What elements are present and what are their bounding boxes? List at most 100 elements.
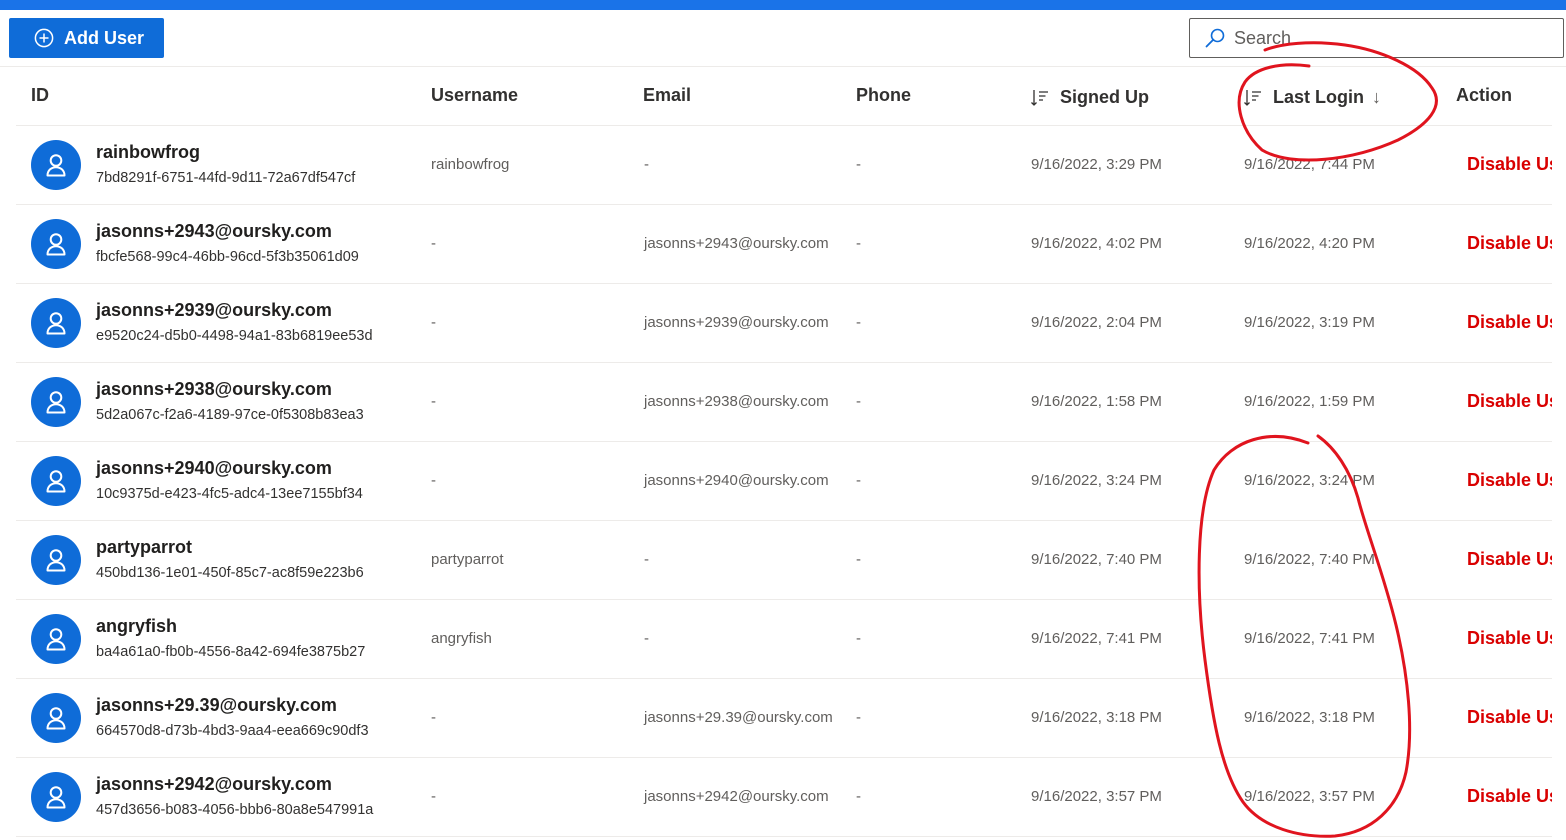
user-display-name[interactable]: rainbowfrog bbox=[96, 142, 200, 163]
signed-up-cell: 9/16/2022, 3:18 PM bbox=[1031, 709, 1162, 726]
disable-user-button[interactable]: Disable User bbox=[1467, 154, 1552, 175]
email-cell: jasonns+2942@oursky.com bbox=[644, 788, 829, 805]
table-row[interactable]: jasonns+2938@oursky.com 5d2a067c-f2a6-418… bbox=[16, 363, 1552, 442]
top-accent-bar bbox=[0, 0, 1566, 10]
user-id: 7bd8291f-6751-44fd-9d11-72a67df547cf bbox=[96, 170, 356, 186]
search-box[interactable] bbox=[1189, 18, 1564, 58]
username-cell: - bbox=[431, 788, 436, 805]
disable-user-button[interactable]: Disable User bbox=[1467, 549, 1552, 570]
person-icon bbox=[45, 469, 67, 493]
avatar bbox=[31, 772, 81, 822]
table-row[interactable]: jasonns+2942@oursky.com 457d3656-b083-405… bbox=[16, 758, 1552, 837]
last-login-cell: 9/16/2022, 1:59 PM bbox=[1244, 393, 1375, 410]
email-cell: jasonns+2938@oursky.com bbox=[644, 393, 829, 410]
email-cell: - bbox=[644, 551, 649, 568]
user-id: 664570d8-d73b-4bd3-9aa4-eea669c90df3 bbox=[96, 723, 369, 739]
person-icon bbox=[45, 706, 67, 730]
table-row[interactable]: jasonns+2940@oursky.com 10c9375d-e423-4fc… bbox=[16, 442, 1552, 521]
last-login-cell: 9/16/2022, 7:40 PM bbox=[1244, 551, 1375, 568]
column-header-action: Action bbox=[1456, 85, 1512, 105]
sort-icon bbox=[1030, 88, 1050, 108]
disable-user-button[interactable]: Disable User bbox=[1467, 470, 1552, 491]
person-icon bbox=[45, 390, 67, 414]
last-login-cell: 9/16/2022, 4:20 PM bbox=[1244, 235, 1375, 252]
table-row[interactable]: jasonns+2939@oursky.com e9520c24-d5b0-449… bbox=[16, 284, 1552, 363]
avatar bbox=[31, 535, 81, 585]
username-cell: - bbox=[431, 472, 436, 489]
toolbar: Add User bbox=[0, 10, 1566, 67]
last-login-cell: 9/16/2022, 7:44 PM bbox=[1244, 156, 1375, 173]
search-icon bbox=[1204, 27, 1226, 49]
disable-user-button[interactable]: Disable User bbox=[1467, 233, 1552, 254]
column-header-phone[interactable]: Phone bbox=[856, 66, 911, 125]
user-id: ba4a61a0-fb0b-4556-8a42-694fe3875b27 bbox=[96, 644, 366, 660]
disable-user-button[interactable]: Disable User bbox=[1467, 628, 1552, 649]
phone-cell: - bbox=[856, 393, 861, 410]
plus-circle-icon bbox=[34, 28, 54, 48]
avatar bbox=[31, 140, 81, 190]
table-body: rainbowfrog 7bd8291f-6751-44fd-9d11-72a67… bbox=[16, 126, 1552, 837]
add-user-button[interactable]: Add User bbox=[9, 18, 164, 58]
sort-descending-arrow-icon: ↓ bbox=[1372, 87, 1381, 107]
search-input[interactable] bbox=[1234, 27, 1534, 49]
phone-cell: - bbox=[856, 551, 861, 568]
email-cell: - bbox=[644, 630, 649, 647]
add-user-label: Add User bbox=[64, 27, 145, 48]
sort-icon bbox=[1243, 88, 1263, 108]
user-id: fbcfe568-99c4-46bb-96cd-5f3b35061d09 bbox=[96, 249, 359, 265]
table-row[interactable]: angryfish ba4a61a0-fb0b-4556-8a42-694fe38… bbox=[16, 600, 1552, 679]
email-cell: jasonns+29.39@oursky.com bbox=[644, 709, 833, 726]
person-icon bbox=[45, 311, 67, 335]
table-row[interactable]: partyparrot 450bd136-1e01-450f-85c7-ac8f5… bbox=[16, 521, 1552, 600]
phone-cell: - bbox=[856, 314, 861, 331]
user-display-name[interactable]: jasonns+2942@oursky.com bbox=[96, 774, 332, 795]
column-header-id[interactable]: ID bbox=[31, 66, 49, 125]
user-display-name[interactable]: jasonns+2938@oursky.com bbox=[96, 379, 332, 400]
avatar bbox=[31, 456, 81, 506]
user-display-name[interactable]: jasonns+2940@oursky.com bbox=[96, 458, 332, 479]
column-header-signed-up[interactable]: Signed Up bbox=[1030, 68, 1149, 127]
signed-up-cell: 9/16/2022, 7:41 PM bbox=[1031, 630, 1162, 647]
username-cell: - bbox=[431, 235, 436, 252]
user-display-name[interactable]: partyparrot bbox=[96, 537, 192, 558]
last-login-cell: 9/16/2022, 3:19 PM bbox=[1244, 314, 1375, 331]
signed-up-cell: 9/16/2022, 7:40 PM bbox=[1031, 551, 1162, 568]
table-row[interactable]: jasonns+29.39@oursky.com 664570d8-d73b-4b… bbox=[16, 679, 1552, 758]
phone-cell: - bbox=[856, 156, 861, 173]
user-display-name[interactable]: jasonns+2939@oursky.com bbox=[96, 300, 332, 321]
username-cell: partyparrot bbox=[431, 551, 504, 568]
username-cell: angryfish bbox=[431, 630, 492, 647]
signed-up-cell: 9/16/2022, 2:04 PM bbox=[1031, 314, 1162, 331]
signed-up-cell: 9/16/2022, 3:57 PM bbox=[1031, 788, 1162, 805]
disable-user-button[interactable]: Disable User bbox=[1467, 312, 1552, 333]
table-header: ID Username Email Phone Signed Up Last L… bbox=[16, 66, 1552, 126]
avatar bbox=[31, 614, 81, 664]
user-id: 450bd136-1e01-450f-85c7-ac8f59e223b6 bbox=[96, 565, 364, 581]
column-header-email[interactable]: Email bbox=[643, 66, 691, 125]
last-login-cell: 9/16/2022, 3:18 PM bbox=[1244, 709, 1375, 726]
last-login-cell: 9/16/2022, 3:57 PM bbox=[1244, 788, 1375, 805]
column-header-username[interactable]: Username bbox=[431, 66, 518, 125]
person-icon bbox=[45, 232, 67, 256]
user-display-name[interactable]: jasonns+29.39@oursky.com bbox=[96, 695, 337, 716]
user-display-name[interactable]: jasonns+2943@oursky.com bbox=[96, 221, 332, 242]
avatar bbox=[31, 298, 81, 348]
signed-up-cell: 9/16/2022, 4:02 PM bbox=[1031, 235, 1162, 252]
table-row[interactable]: jasonns+2943@oursky.com fbcfe568-99c4-46b… bbox=[16, 205, 1552, 284]
disable-user-button[interactable]: Disable User bbox=[1467, 786, 1552, 807]
person-icon bbox=[45, 785, 67, 809]
user-id: 5d2a067c-f2a6-4189-97ce-0f5308b83ea3 bbox=[96, 407, 364, 423]
user-id: e9520c24-d5b0-4498-94a1-83b6819ee53d bbox=[96, 328, 373, 344]
column-header-last-login[interactable]: Last Login ↓ bbox=[1243, 68, 1381, 127]
email-cell: - bbox=[644, 156, 649, 173]
user-id: 457d3656-b083-4056-bbb6-80a8e547991a bbox=[96, 802, 374, 818]
user-display-name[interactable]: angryfish bbox=[96, 616, 177, 637]
username-cell: - bbox=[431, 709, 436, 726]
username-cell: - bbox=[431, 393, 436, 410]
table-row[interactable]: rainbowfrog 7bd8291f-6751-44fd-9d11-72a67… bbox=[16, 126, 1552, 205]
disable-user-button[interactable]: Disable User bbox=[1467, 391, 1552, 412]
users-table: ID Username Email Phone Signed Up Last L… bbox=[16, 66, 1552, 837]
disable-user-button[interactable]: Disable User bbox=[1467, 707, 1552, 728]
avatar bbox=[31, 693, 81, 743]
avatar bbox=[31, 219, 81, 269]
